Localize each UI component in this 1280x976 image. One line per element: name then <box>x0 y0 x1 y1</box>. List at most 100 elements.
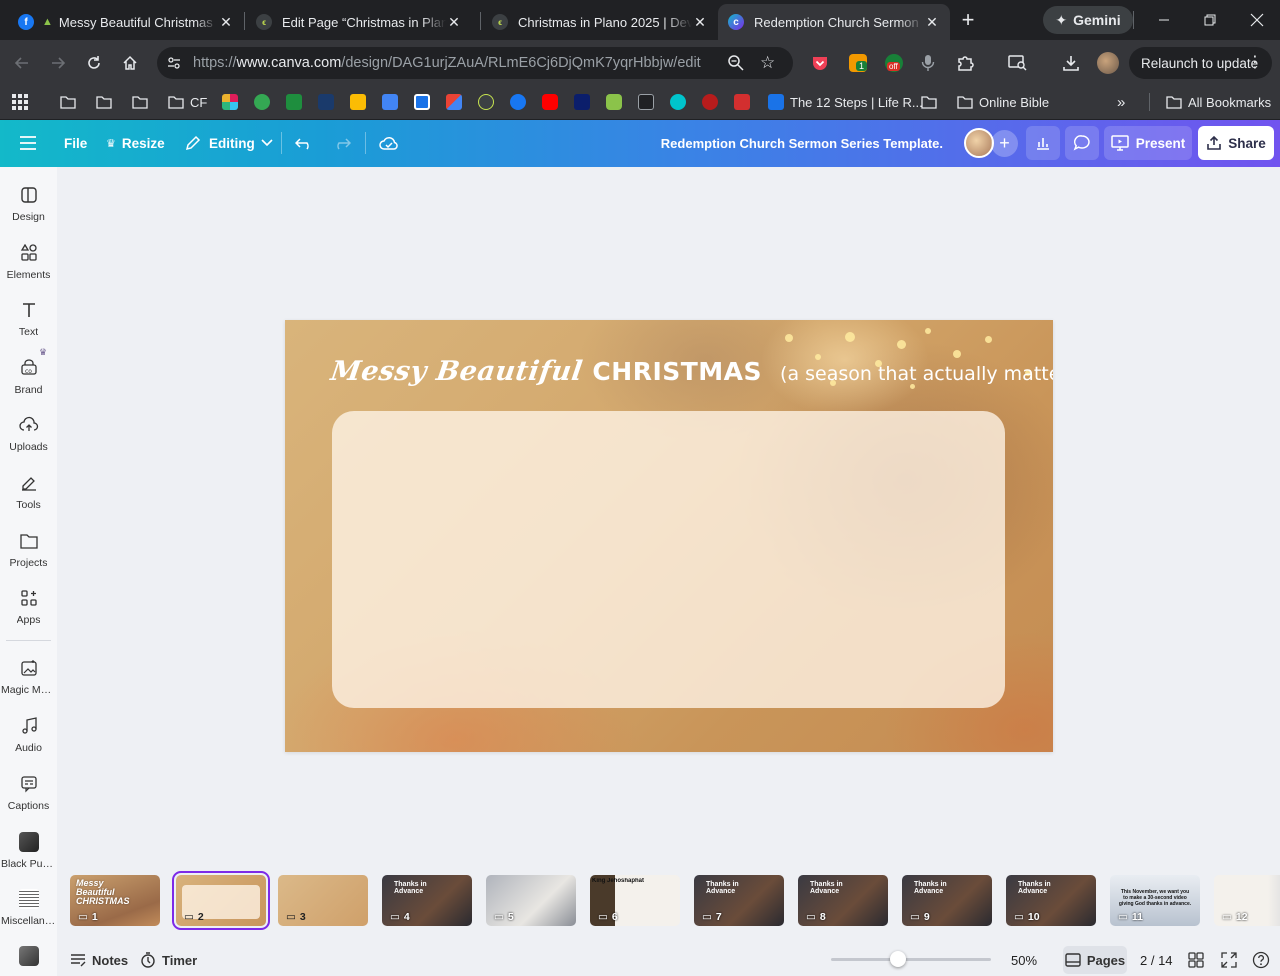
sidebar-item-tools[interactable]: Tools <box>0 472 57 511</box>
browser-tab-active[interactable]: c Redemption Church Sermon Se ✕ <box>718 4 950 40</box>
bookmark-link[interactable] <box>574 91 590 113</box>
file-menu-button[interactable]: File <box>64 128 87 158</box>
page-thumbnail[interactable]: Thanks in Advance ▭ 9 <box>902 875 992 926</box>
slide-subtitle[interactable]: (a season that actually matters) <box>780 363 1053 385</box>
pocket-extension-icon[interactable] <box>808 51 832 75</box>
comments-button[interactable] <box>1065 126 1099 160</box>
close-tab-icon[interactable]: ✕ <box>692 14 708 30</box>
grid-view-button[interactable] <box>1188 950 1204 970</box>
reload-button[interactable] <box>82 51 106 75</box>
bookmark-canva[interactable] <box>670 91 686 113</box>
new-tab-button[interactable]: + <box>955 7 981 32</box>
back-button[interactable] <box>10 51 34 75</box>
close-tab-icon[interactable]: ✕ <box>218 14 234 30</box>
bookmark-online-bible[interactable]: Online Bible <box>957 91 1049 113</box>
resize-button[interactable]: ♛ Resize <box>106 128 165 158</box>
sidebar-item-captions[interactable]: Captions <box>0 773 57 812</box>
bookmark-link[interactable] <box>318 91 334 113</box>
page-thumbnail[interactable]: Thanks in Advance ▭ 10 <box>1006 875 1096 926</box>
sidebar-item-design[interactable]: Design <box>0 184 57 223</box>
close-window-button[interactable] <box>1244 8 1270 32</box>
bookmark-folder[interactable] <box>921 91 937 113</box>
app-thumbnail-icon[interactable] <box>19 946 39 966</box>
browser-tab[interactable]: f ▲ Messy Beautiful Christmas ✕ <box>8 4 244 40</box>
slide-title-bold[interactable]: CHRISTMAS <box>592 357 762 386</box>
apps-grid-icon[interactable] <box>12 91 28 113</box>
sidebar-item-magic-media[interactable]: Magic Media <box>0 657 57 696</box>
all-bookmarks[interactable]: All Bookmarks <box>1166 91 1271 113</box>
gemini-button[interactable]: ✦ Gemini <box>1043 6 1133 34</box>
insights-button[interactable] <box>1026 126 1060 160</box>
timer-button[interactable]: Timer <box>140 950 197 970</box>
page-thumbnail[interactable]: King Jehoshaphat ▭ 6 <box>590 875 680 926</box>
browser-tab[interactable]: ϵ Edit Page “Christmas in Plano 2 ✕ <box>246 4 472 40</box>
extension-icon[interactable]: off <box>882 51 906 75</box>
fullscreen-button[interactable] <box>1221 950 1237 970</box>
slide-title[interactable]: Messy Beautiful CHRISTMAS (a season that… <box>329 356 1053 387</box>
slide-title-script[interactable]: Messy Beautiful <box>329 356 585 387</box>
slide-content-box[interactable] <box>332 411 1005 708</box>
help-button[interactable] <box>1252 950 1270 970</box>
tab-search-icon[interactable] <box>1006 51 1030 75</box>
page-thumbnail[interactable]: ▭ 3 <box>278 875 368 926</box>
bookmark-folder-cf[interactable]: CF <box>168 91 207 113</box>
sidebar-item-elements[interactable]: Elements <box>0 242 57 281</box>
collaborator-avatar[interactable] <box>964 128 994 158</box>
bookmark-docs[interactable] <box>382 91 398 113</box>
page-thumbnail-selected[interactable]: ▭ 2 <box>172 871 270 930</box>
zoom-level[interactable]: 50% <box>1011 950 1037 970</box>
relaunch-to-update-button[interactable]: Relaunch to update ⋮ <box>1129 47 1272 79</box>
minimize-window-button[interactable] <box>1151 8 1177 32</box>
slide-canvas[interactable]: Messy Beautiful CHRISTMAS (a season that… <box>285 320 1053 752</box>
bookmark-youtube[interactable] <box>542 91 558 113</box>
bookmark-facebook[interactable] <box>510 91 526 113</box>
close-tab-icon[interactable]: ✕ <box>446 14 462 30</box>
bookmark-folder[interactable] <box>96 91 112 113</box>
page-thumbnail[interactable]: This November, we want you to make a 30-… <box>1110 875 1200 926</box>
bookmark-sheets[interactable] <box>606 91 622 113</box>
sidebar-item-black-purple[interactable]: Black Purpl... <box>0 831 57 870</box>
home-button[interactable] <box>118 51 142 75</box>
share-button[interactable]: Share <box>1198 126 1274 160</box>
pages-view-button[interactable]: Pages <box>1063 946 1127 974</box>
zoom-slider-handle[interactable] <box>890 951 906 967</box>
microphone-icon[interactable] <box>916 51 940 75</box>
cloud-saved-status[interactable] <box>378 128 400 158</box>
notes-button[interactable]: Notes <box>70 950 128 970</box>
sidebar-item-audio[interactable]: Audio <box>0 715 57 754</box>
bookmark-folder[interactable] <box>132 91 148 113</box>
bookmark-folder[interactable] <box>60 91 76 113</box>
more-bookmarks-chevron-icon[interactable]: » <box>1117 91 1125 113</box>
undo-button[interactable] <box>295 128 315 158</box>
sidebar-item-uploads[interactable]: Uploads <box>0 414 57 453</box>
extension-icon[interactable]: 1 <box>846 51 870 75</box>
download-icon[interactable] <box>1059 51 1083 75</box>
close-tab-icon[interactable]: ✕ <box>924 14 940 30</box>
extensions-puzzle-icon[interactable] <box>953 51 977 75</box>
present-button[interactable]: Present <box>1104 126 1192 160</box>
address-bar[interactable]: https://www.canva.com/design/DAG1urjZAuA… <box>157 47 793 79</box>
site-settings-icon[interactable] <box>164 53 184 73</box>
sidebar-item-projects[interactable]: Projects <box>0 530 57 569</box>
profile-avatar[interactable] <box>1096 51 1120 75</box>
page-thumbnail[interactable]: Thanks in Advance ▭ 7 <box>694 875 784 926</box>
main-menu-button[interactable] <box>18 128 38 158</box>
sidebar-item-brand[interactable]: co Brand <box>0 357 57 396</box>
bookmark-link[interactable] <box>478 91 494 113</box>
bookmark-link[interactable] <box>254 91 270 113</box>
bookmark-12-steps[interactable]: The 12 Steps | Life R... <box>768 91 923 113</box>
bookmark-slack[interactable] <box>222 91 238 113</box>
page-thumbnail[interactable]: Messy Beautiful CHRISTMAS ▭ 1 <box>70 875 160 926</box>
zoom-icon[interactable] <box>727 54 745 72</box>
browser-tab[interactable]: ϵ Christmas in Plano 2025 | Devo ✕ <box>482 4 718 40</box>
redo-button[interactable] <box>331 128 351 158</box>
sidebar-item-text[interactable]: Text <box>0 299 57 338</box>
sidebar-item-miscellaneous[interactable]: Miscellane... <box>0 888 57 927</box>
add-collaborator-button[interactable]: + <box>991 130 1018 157</box>
bookmark-calendar[interactable] <box>414 91 430 113</box>
bookmark-link[interactable] <box>734 91 750 113</box>
design-title[interactable]: Redemption Church Sermon Series Template… <box>620 136 943 151</box>
forward-button[interactable] <box>46 51 70 75</box>
editing-mode-dropdown[interactable]: Editing <box>185 128 273 158</box>
restore-window-button[interactable] <box>1197 8 1223 32</box>
